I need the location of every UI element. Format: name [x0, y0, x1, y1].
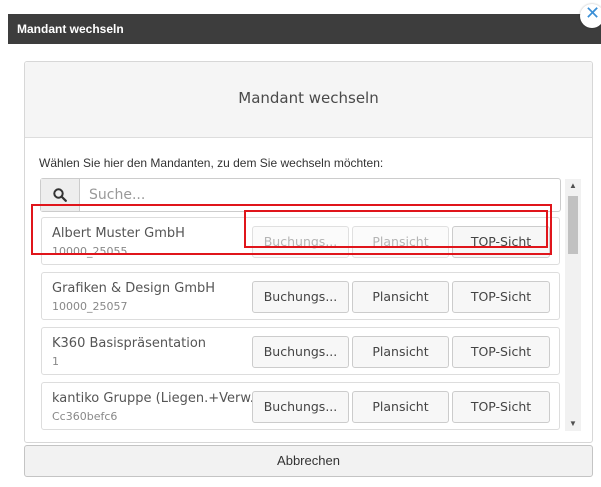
plan-view-button[interactable]: Plansicht: [352, 281, 449, 313]
list-scrollbar[interactable]: ▲ ▼: [565, 179, 581, 431]
client-name: Grafiken & Design GmbH: [52, 281, 216, 296]
panel-heading: Mandant wechseln: [25, 62, 592, 138]
client-list: Albert Muster GmbH 10000_25055 Buchungs.…: [41, 217, 560, 431]
client-row[interactable]: kantiko Gruppe (Liegen.+Verw.) Cc360befc…: [41, 382, 560, 430]
booking-button[interactable]: Buchungs...: [252, 391, 349, 423]
search-box[interactable]: [40, 178, 561, 212]
search-input[interactable]: [89, 179, 549, 211]
top-view-button[interactable]: TOP-Sicht: [452, 226, 550, 258]
booking-button[interactable]: Buchungs...: [252, 226, 349, 258]
search-icon[interactable]: [41, 179, 80, 211]
switch-client-dialog: Mandant wechseln Mandant wechseln Wählen…: [8, 14, 601, 487]
instruction-text: Wählen Sie hier den Mandanten, zu dem Si…: [39, 156, 384, 170]
plan-view-button[interactable]: Plansicht: [352, 226, 449, 258]
plan-view-button[interactable]: Plansicht: [352, 336, 449, 368]
client-row[interactable]: K360 Basispräsentation 1 Buchungs... Pla…: [41, 327, 560, 375]
scroll-thumb[interactable]: [568, 196, 578, 254]
close-icon: ✕: [585, 3, 601, 24]
close-button[interactable]: ✕: [580, 3, 601, 28]
booking-button[interactable]: Buchungs...: [252, 336, 349, 368]
client-id: 1: [52, 355, 59, 368]
scroll-up-arrow-icon[interactable]: ▲: [565, 179, 581, 193]
client-name: kantiko Gruppe (Liegen.+Verw.): [52, 391, 259, 406]
client-id: 10000_25057: [52, 300, 128, 313]
dialog-title: Mandant wechseln: [8, 14, 601, 44]
plan-view-button[interactable]: Plansicht: [352, 391, 449, 423]
client-panel: Mandant wechseln Wählen Sie hier den Man…: [24, 61, 593, 443]
booking-button[interactable]: Buchungs...: [252, 281, 349, 313]
client-row[interactable]: Albert Muster GmbH 10000_25055 Buchungs.…: [41, 217, 560, 265]
top-view-button[interactable]: TOP-Sicht: [452, 336, 550, 368]
scroll-down-arrow-icon[interactable]: ▼: [565, 417, 581, 431]
top-view-button[interactable]: TOP-Sicht: [452, 281, 550, 313]
top-view-button[interactable]: TOP-Sicht: [452, 391, 550, 423]
client-row[interactable]: Grafiken & Design GmbH 10000_25057 Buchu…: [41, 272, 560, 320]
client-name: K360 Basispräsentation: [52, 336, 207, 351]
client-id: Cc360befc6: [52, 410, 118, 423]
client-name: Albert Muster GmbH: [52, 226, 185, 241]
cancel-button[interactable]: Abbrechen: [24, 445, 593, 477]
client-id: 10000_25055: [52, 245, 128, 258]
